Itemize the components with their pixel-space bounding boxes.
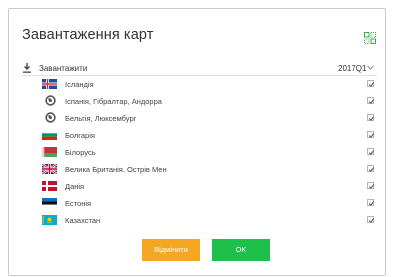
country-name: Казахстан [65,216,101,225]
belarus-flag-icon [42,147,57,157]
ok-button[interactable]: OK [212,239,270,261]
country-checkbox[interactable] [367,80,375,87]
chevron-down-icon[interactable] [367,65,374,70]
country-name: Естонія [65,199,92,208]
list-item[interactable]: Естонія [9,195,387,212]
iceland-flag-icon [42,79,57,89]
list-item[interactable]: Казахстан [9,212,387,229]
denmark-flag-icon [42,181,57,191]
list-item[interactable]: Ісландія [9,76,387,93]
country-checkbox[interactable] [367,114,375,121]
country-name: Іспанія, Гібралтар, Андорра [65,97,162,106]
globe-icon [45,95,56,106]
download-icon [23,63,31,73]
country-checkbox[interactable] [367,165,375,172]
country-checkbox[interactable] [367,199,375,206]
country-name: Данія [65,182,85,191]
country-name: Болгарія [65,131,95,140]
download-label: Завантажити [39,64,88,73]
country-name: Велика Британія, Острів Мен [65,165,167,174]
country-checkbox[interactable] [367,182,375,189]
list-item[interactable]: Білорусь [9,144,387,161]
uk-flag-icon [42,164,57,174]
map-select-icon[interactable] [364,32,376,44]
list-item[interactable]: Данія [9,178,387,195]
kazakhstan-flag-icon [42,215,57,225]
country-name: Ісландія [65,80,94,89]
list-item[interactable]: Бельгія, Люксембург [9,110,387,127]
download-maps-dialog: Завантаження карт Завантажити 2017Q1 Ісл… [8,8,386,276]
country-name: Білорусь [65,148,96,157]
country-checkbox[interactable] [367,216,375,223]
bulgaria-flag-icon [42,130,57,140]
country-checkbox[interactable] [367,131,375,138]
estonia-flag-icon [42,198,57,208]
country-checkbox[interactable] [367,97,375,104]
list-item[interactable]: Іспанія, Гібралтар, Андорра [9,93,387,110]
country-name: Бельгія, Люксембург [65,114,137,123]
map-version: 2017Q1 [338,64,367,73]
list-item[interactable]: Болгарія [9,127,387,144]
list-item[interactable]: Велика Британія, Острів Мен [9,161,387,178]
dialog-title: Завантаження карт [22,27,154,43]
country-checkbox[interactable] [367,148,375,155]
cancel-button[interactable]: Відмінити [142,239,200,261]
globe-icon [45,112,56,123]
